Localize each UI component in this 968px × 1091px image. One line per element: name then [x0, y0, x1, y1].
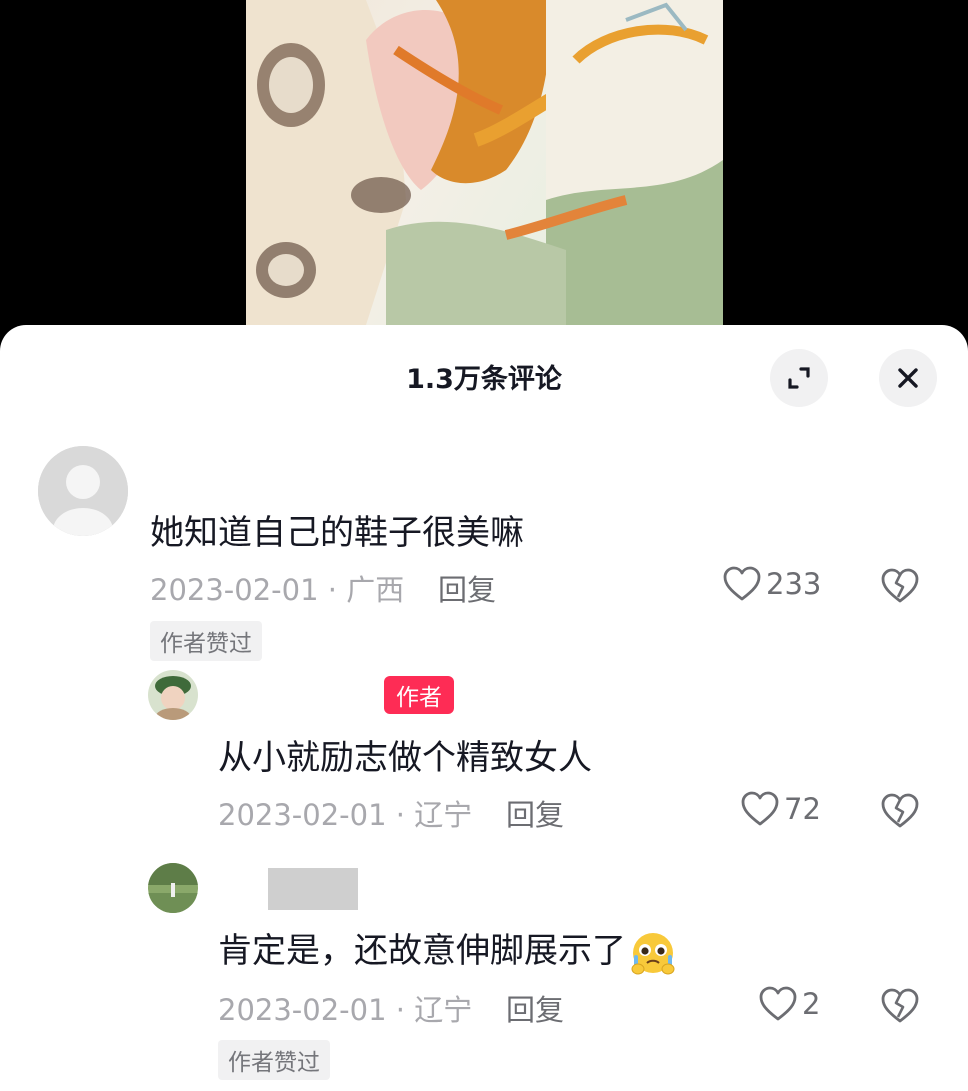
like-button[interactable]: 72 — [740, 790, 821, 828]
user-avatar-image — [148, 670, 198, 720]
like-button[interactable]: 233 — [722, 565, 821, 603]
heart-outline-icon — [741, 791, 779, 826]
like-count: 72 — [784, 792, 821, 826]
avatar[interactable] — [38, 446, 128, 536]
comment-sheet: 1.3万条评论 她知道自己的鞋子很美嘛 2023-02-01 · 广西 回复 2… — [0, 325, 968, 1091]
avatar[interactable] — [148, 863, 198, 913]
comment-meta: 2023-02-01 · 广西 — [150, 573, 405, 607]
expand-icon — [788, 367, 810, 389]
broken-heart-icon — [881, 568, 919, 603]
reply-button[interactable]: 回复 — [506, 987, 564, 1029]
broken-heart-icon — [881, 988, 919, 1023]
user-avatar-image — [148, 863, 198, 913]
comment-text-body: 肯定是，还故意伸脚展示了 — [218, 931, 626, 971]
like-count: 233 — [766, 567, 822, 601]
comment-text: 她知道自己的鞋子很美嘛 — [150, 513, 524, 553]
author-liked-tag: 作者赞过 — [218, 1040, 330, 1080]
comment-text: 从小就励志做个精致女人 — [218, 738, 592, 778]
comment-meta: 2023-02-01 · 辽宁 — [218, 993, 473, 1027]
close-button[interactable] — [879, 349, 937, 407]
heart-outline-icon — [723, 566, 761, 601]
default-avatar-icon — [38, 446, 128, 536]
broken-heart-icon — [881, 793, 919, 828]
like-button[interactable]: 2 — [758, 985, 820, 1023]
comment-meta: 2023-02-01 · 辽宁 — [218, 798, 473, 832]
avatar[interactable] — [148, 670, 198, 720]
like-count: 2 — [802, 987, 821, 1021]
reply-button[interactable]: 回复 — [438, 567, 496, 609]
close-icon — [898, 368, 918, 388]
video-frame — [246, 0, 723, 325]
author-badge: 作者 — [384, 676, 454, 714]
pleading-face-emoji — [631, 932, 675, 974]
expand-button[interactable] — [770, 349, 828, 407]
dislike-button[interactable] — [880, 987, 920, 1029]
video-player[interactable] — [0, 0, 968, 340]
heart-outline-icon — [759, 986, 797, 1021]
comment-text: 肯定是，还故意伸脚展示了 — [218, 923, 678, 975]
dislike-button[interactable] — [880, 792, 920, 834]
video-still-illustration — [246, 0, 723, 325]
reply-button[interactable]: 回复 — [506, 792, 564, 834]
dislike-button[interactable] — [880, 567, 920, 609]
author-liked-tag: 作者赞过 — [150, 621, 262, 661]
masked-username — [268, 868, 358, 910]
